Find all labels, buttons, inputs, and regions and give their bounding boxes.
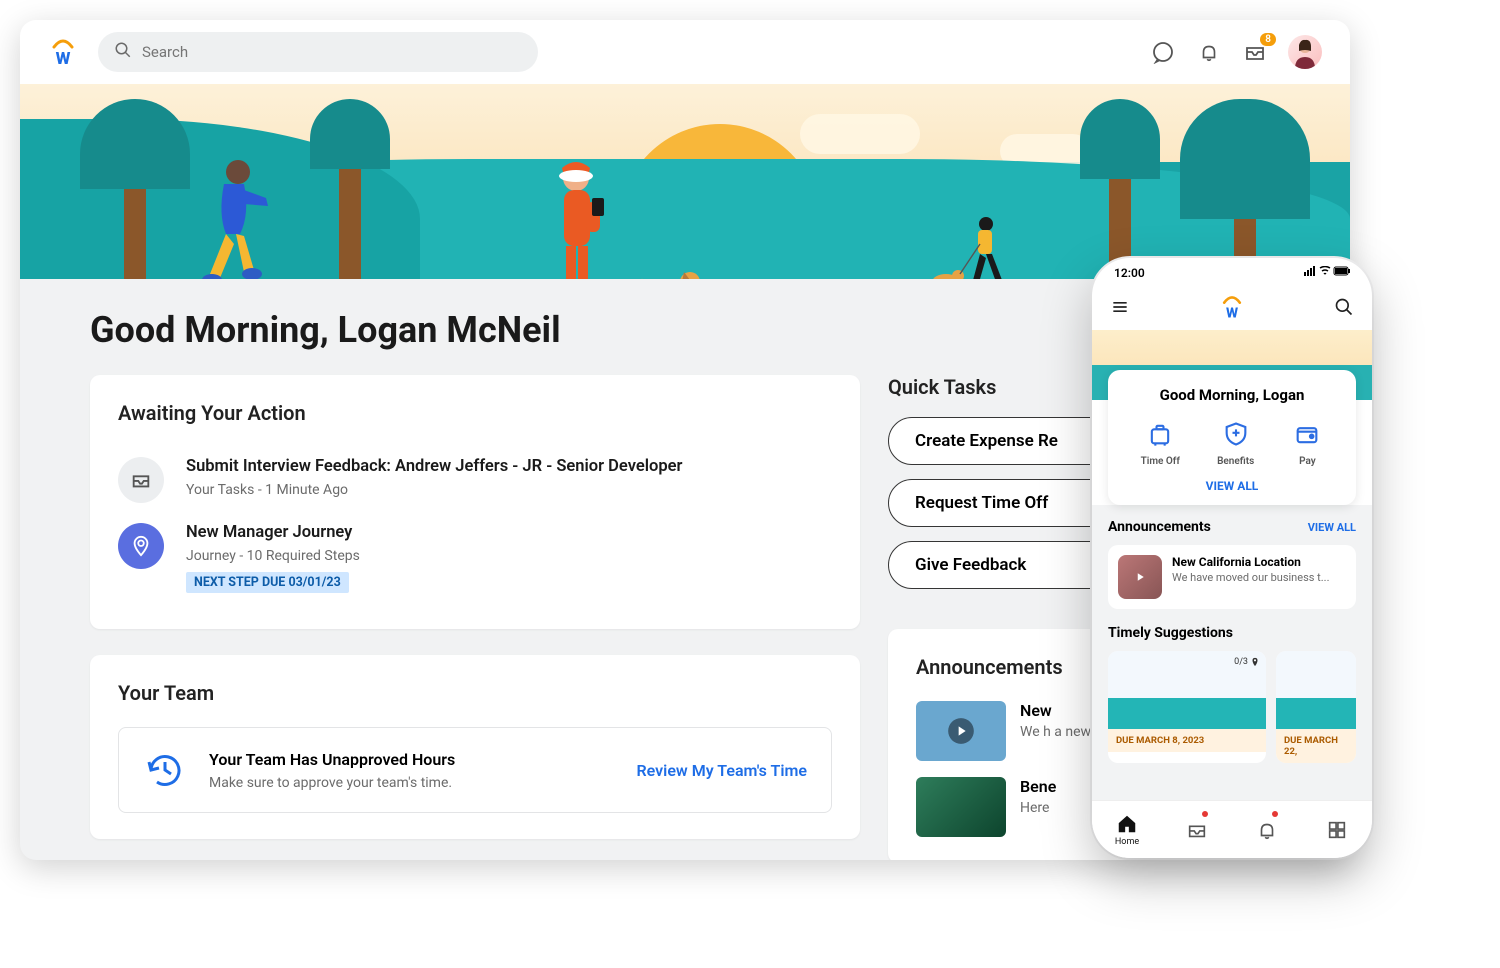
- hero-banner: [20, 84, 1350, 279]
- shortcut-time-off[interactable]: Time Off: [1141, 418, 1180, 467]
- shortcut-benefits[interactable]: Benefits: [1217, 418, 1254, 467]
- greeting-title: Good Morning, Logan McNeil: [90, 309, 561, 351]
- suggestion-card[interactable]: 0/3 DUE MARCH 8, 2023: [1108, 651, 1266, 763]
- mobile-greeting-card: Good Morning, Logan Time Off Benefits Pa…: [1108, 370, 1356, 505]
- chat-icon[interactable]: [1150, 39, 1176, 65]
- image-thumb: [916, 777, 1006, 837]
- svg-text:W: W: [1226, 305, 1238, 320]
- mobile-ann-sub: We have moved our business t...: [1172, 571, 1329, 584]
- ann-title: New: [1020, 701, 1091, 720]
- action-title: Submit Interview Feedback: Andrew Jeffer…: [186, 457, 682, 476]
- timely-suggestions-title: Timely Suggestions: [1108, 625, 1233, 641]
- search-input[interactable]: [142, 43, 522, 61]
- review-team-time-link[interactable]: Review My Team's Time: [636, 761, 807, 780]
- nav-apps[interactable]: [1302, 801, 1372, 858]
- awaiting-action-card: Awaiting Your Action Submit Interview Fe…: [90, 375, 860, 629]
- inbox-icon[interactable]: [1242, 39, 1268, 65]
- action-meta: Journey - 10 Required Steps: [186, 548, 360, 564]
- mobile-app-overlay: 12:00 W Good Morning, Logan Time Off Ben…: [1092, 258, 1372, 858]
- video-thumb-icon: [1118, 555, 1162, 599]
- action-title: New Manager Journey: [186, 523, 360, 542]
- wallet-icon: [1291, 418, 1323, 450]
- shortcut-label: Benefits: [1217, 456, 1254, 467]
- team-alert-title: Your Team Has Unapproved Hours: [209, 750, 455, 769]
- shortcut-label: Time Off: [1141, 456, 1180, 467]
- clock-refresh-icon: [143, 748, 187, 792]
- phone-time: 12:00: [1114, 266, 1145, 280]
- shortcut-pay[interactable]: Pay: [1291, 418, 1323, 467]
- ann-sub: Here: [1020, 800, 1056, 816]
- top-bar: W: [20, 20, 1350, 84]
- svg-text:W: W: [56, 49, 71, 67]
- your-team-title: Your Team: [118, 681, 832, 705]
- inbox-task-icon: [118, 457, 164, 503]
- workday-logo[interactable]: W: [48, 37, 78, 67]
- due-label: DUE MARCH 22,: [1276, 729, 1356, 763]
- user-avatar[interactable]: [1288, 35, 1322, 69]
- video-thumb: [916, 701, 1006, 761]
- location-pin-icon: [118, 523, 164, 569]
- nav-label: Home: [1115, 837, 1139, 847]
- action-meta: Your Tasks - 1 Minute Ago: [186, 482, 682, 498]
- next-step-badge: NEXT STEP DUE 03/01/23: [186, 572, 349, 593]
- shortcut-label: Pay: [1299, 456, 1316, 467]
- menu-icon[interactable]: [1110, 297, 1130, 321]
- suitcase-icon: [1144, 418, 1176, 450]
- mobile-greeting: Good Morning, Logan: [1122, 386, 1342, 404]
- your-team-card: Your Team Your Team Has Unapproved Hours…: [90, 655, 860, 839]
- search-box[interactable]: [98, 32, 538, 72]
- team-alert: Your Team Has Unapproved Hours Make sure…: [118, 727, 832, 813]
- ann-title: Bene: [1020, 777, 1056, 796]
- mobile-ann-title: New California Location: [1172, 555, 1329, 569]
- view-all-link[interactable]: VIEW ALL: [1122, 479, 1342, 493]
- workday-logo[interactable]: W: [1219, 294, 1245, 324]
- nav-notifications[interactable]: [1232, 801, 1302, 858]
- team-alert-sub: Make sure to approve your team's time.: [209, 775, 455, 791]
- mobile-bottom-nav: Home: [1092, 800, 1372, 858]
- action-item[interactable]: Submit Interview Feedback: Andrew Jeffer…: [118, 447, 832, 513]
- suggestion-card[interactable]: DUE MARCH 22,: [1276, 651, 1356, 763]
- phone-status-icons: [1304, 266, 1350, 281]
- view-all-link[interactable]: VIEW ALL: [1308, 521, 1356, 534]
- progress-indicator: 0/3: [1234, 657, 1260, 667]
- mobile-announcement-item[interactable]: New California Location We have moved our…: [1108, 545, 1356, 609]
- nav-home[interactable]: Home: [1092, 801, 1162, 858]
- mobile-announcements-title: Announcements: [1108, 519, 1211, 535]
- shield-icon: [1220, 418, 1252, 450]
- awaiting-title: Awaiting Your Action: [118, 401, 832, 425]
- notifications-icon[interactable]: [1196, 39, 1222, 65]
- nav-inbox[interactable]: [1162, 801, 1232, 858]
- search-icon: [114, 41, 132, 63]
- action-item[interactable]: New Manager Journey Journey - 10 Require…: [118, 513, 832, 603]
- ann-sub: We h a new: [1020, 724, 1091, 740]
- due-label: DUE MARCH 8, 2023: [1108, 729, 1266, 752]
- search-icon[interactable]: [1334, 297, 1354, 321]
